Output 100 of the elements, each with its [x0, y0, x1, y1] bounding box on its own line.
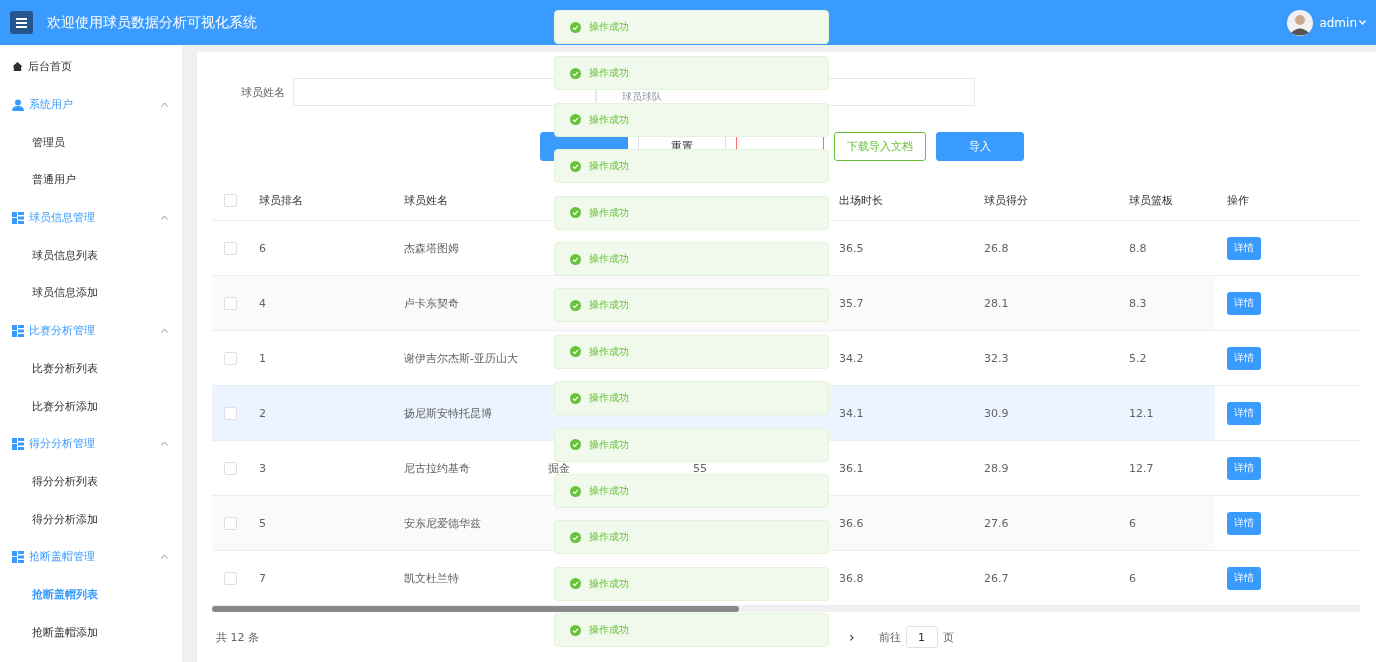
sidebar-item[interactable]: 管理员 [0, 123, 182, 162]
table-cell: 3 [259, 461, 266, 475]
table-cell: 4 [259, 296, 266, 310]
sidebar-item[interactable]: 得分分析列表 [0, 462, 182, 501]
sidebar-item[interactable]: 比赛分析添加 [0, 387, 182, 425]
column-header: 球员排名 [259, 193, 303, 207]
check-circle-icon [570, 299, 581, 311]
check-circle-icon [570, 67, 581, 79]
table-cell: 36.5 [839, 241, 864, 255]
table-cell: 26.8 [984, 241, 1009, 255]
success-toast: 操作成功 [554, 102, 829, 137]
menu-icon [16, 17, 27, 28]
table-cell: 36.6 [839, 516, 864, 530]
success-toast: 操作成功 [554, 56, 829, 91]
home-icon [12, 61, 23, 73]
user-icon [12, 98, 24, 111]
checkbox[interactable] [224, 296, 237, 310]
table-cell: 5.2 [1129, 351, 1147, 365]
check-circle-icon [570, 253, 581, 265]
column-header: 球员得分 [984, 193, 1028, 207]
avatar-icon[interactable] [1287, 9, 1314, 36]
caret-icon [161, 328, 168, 334]
table-cell: 36.8 [839, 571, 864, 585]
success-toast: 操作成功 [554, 520, 829, 555]
table-cell: 12.1 [1129, 406, 1154, 420]
success-toast: 操作成功 [554, 381, 829, 416]
checkbox[interactable] [224, 461, 237, 475]
goto-label: 前往 [878, 629, 901, 645]
scrollbar[interactable] [212, 606, 1360, 612]
success-toast: 操作成功 [554, 474, 829, 508]
table-cell: 2 [259, 406, 266, 420]
sidebar-item[interactable]: 普通用户 [0, 161, 182, 199]
menu-button[interactable] [10, 11, 33, 34]
check-circle-icon [570, 21, 581, 33]
grid-icon [12, 324, 24, 337]
checkbox[interactable] [224, 406, 237, 420]
table-cell: 6 [259, 241, 266, 255]
table-cell: 谢伊吉尔杰斯-亚历山大 [404, 351, 518, 365]
success-toast: 操作成功 [554, 613, 829, 648]
table-cell: 34.2 [839, 351, 864, 365]
check-circle-icon [570, 392, 581, 404]
next-page-button[interactable]: › [849, 629, 855, 645]
check-circle-icon [570, 578, 581, 590]
success-toast: 操作成功 [554, 149, 829, 184]
table-cell: 36.1 [839, 461, 864, 475]
total-count: 共 12 条 [216, 629, 259, 645]
table-cell: 6 [1129, 516, 1136, 530]
check-circle-icon [570, 207, 581, 219]
check-circle-icon [570, 439, 581, 451]
success-toast: 操作成功 [554, 10, 829, 44]
checkbox[interactable] [224, 571, 237, 585]
table-cell: 26.7 [984, 571, 1009, 585]
check-circle-icon [570, 160, 581, 172]
success-toast: 操作成功 [554, 334, 829, 369]
table-cell: 掘金 [548, 461, 570, 475]
grid-icon [12, 550, 24, 563]
table-cell: 扬尼斯安特托昆博 [404, 406, 492, 420]
caret-icon [1359, 20, 1366, 25]
check-circle-icon [570, 346, 581, 358]
table-cell: 6 [1129, 571, 1136, 585]
caret-icon [161, 441, 168, 447]
table-cell: 32.3 [984, 351, 1009, 365]
checkbox[interactable] [224, 193, 237, 207]
table-cell: 27.6 [984, 516, 1009, 530]
grid-icon [12, 211, 24, 224]
table-cell: 8.3 [1129, 296, 1147, 310]
field-label: 球员姓名 [241, 84, 285, 100]
success-toast: 操作成功 [554, 288, 829, 323]
sidebar-item[interactable]: 得分分析添加 [0, 500, 182, 538]
sidebar-item[interactable]: 球员信息添加 [0, 274, 182, 312]
column-header: 球员篮板 [1129, 193, 1173, 207]
table-cell: 凯文杜兰特 [404, 571, 459, 585]
table-cell: 尼古拉约基奇 [404, 461, 470, 475]
table-cell: 1 [259, 351, 266, 365]
table-cell: 卢卡东契奇 [404, 296, 459, 310]
table-cell: 5 [259, 516, 266, 530]
check-circle-icon [570, 624, 581, 636]
sidebar-item[interactable]: 抢断盖帽添加 [0, 613, 182, 651]
success-toast: 操作成功 [554, 427, 829, 462]
caret-icon [161, 215, 168, 221]
table-cell: 7 [259, 571, 266, 585]
sidebar-item[interactable]: 球员信息列表 [0, 236, 182, 275]
check-circle-icon [570, 531, 581, 543]
check-circle-icon [570, 114, 581, 126]
checkbox[interactable] [224, 516, 237, 530]
name-input[interactable] [293, 78, 596, 106]
checkbox[interactable] [224, 241, 237, 255]
column-header: 操作 [1227, 193, 1249, 207]
table-cell: 35.7 [839, 296, 864, 310]
app-title: 欢迎使用球员数据分析可视化系统 [47, 13, 257, 32]
sidebar-item[interactable]: 后台首页 [0, 48, 182, 86]
success-toast: 操作成功 [554, 566, 829, 601]
table-cell: 8.8 [1129, 241, 1147, 255]
table-cell: 55 [693, 461, 707, 475]
page-input[interactable]: 1 [905, 626, 938, 648]
table-cell: 34.1 [839, 406, 864, 420]
checkbox[interactable] [224, 351, 237, 365]
table-cell: 28.1 [984, 296, 1009, 310]
page-suffix: 页 [942, 629, 954, 645]
sidebar-item[interactable]: 比赛分析列表 [0, 349, 182, 388]
